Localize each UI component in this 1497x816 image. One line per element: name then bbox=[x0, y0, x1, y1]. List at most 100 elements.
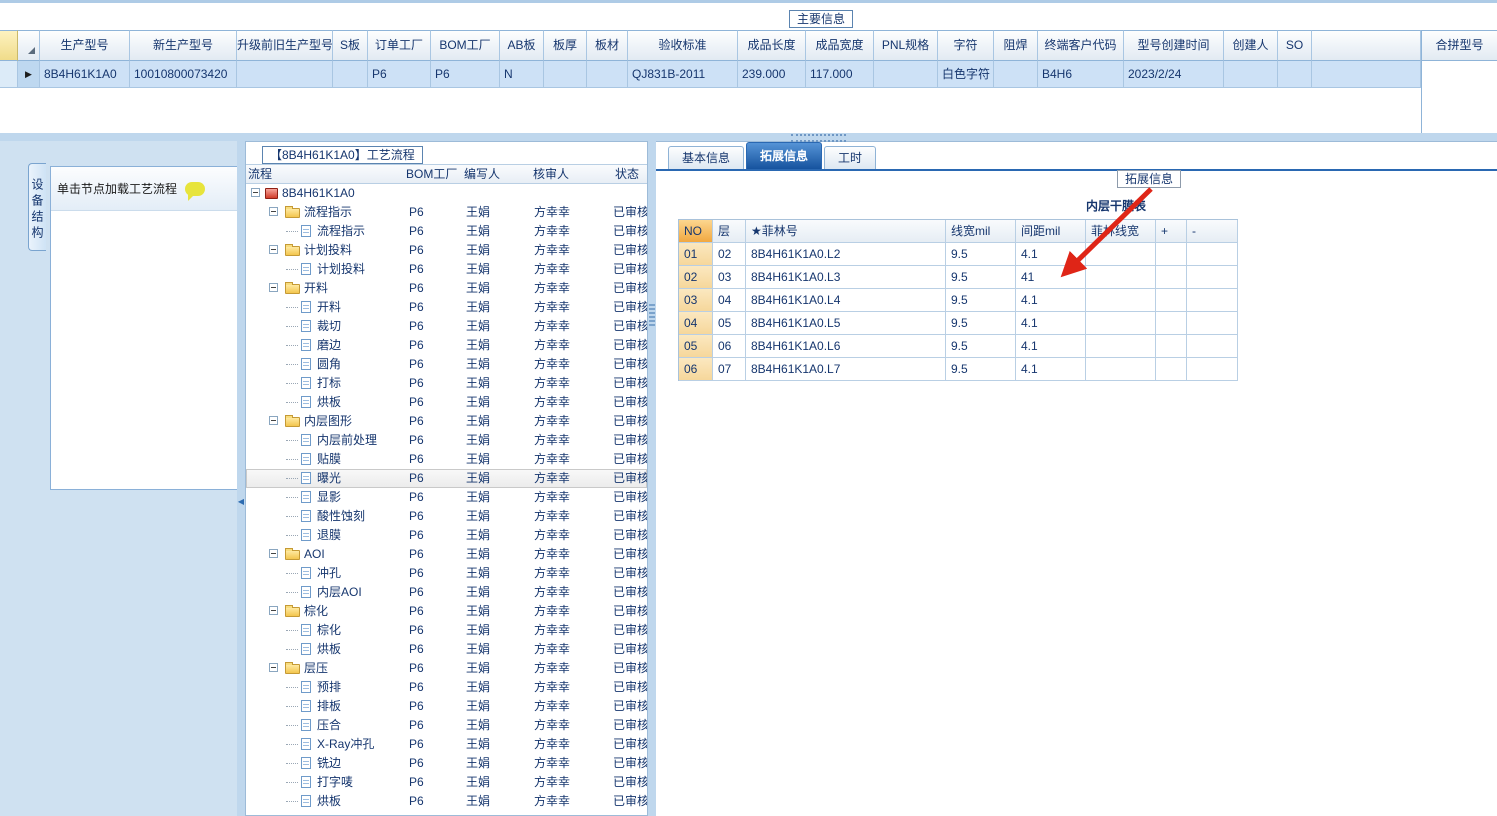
tree-row[interactable]: 烘板 P6 王娟 方幸幸 已审核 bbox=[246, 393, 647, 412]
tree-node-label[interactable]: 铣边 bbox=[317, 754, 341, 772]
grid-cell[interactable]: 8B4H61K1A0 bbox=[40, 61, 130, 88]
grid-cell[interactable]: 2023/2/24 bbox=[1124, 61, 1224, 88]
column-header[interactable]: PNL规格 bbox=[874, 30, 938, 61]
grid-cell[interactable]: 239.000 bbox=[738, 61, 806, 88]
tree-column-header-status[interactable]: 状态 bbox=[615, 165, 639, 184]
tree-node-label[interactable]: X-Ray冲孔 bbox=[317, 735, 374, 753]
film-table-cell[interactable] bbox=[1156, 335, 1187, 358]
grid-cell[interactable]: 10010800073420 bbox=[130, 61, 237, 88]
tree-row[interactable]: AOI P6 王娟 方幸幸 已审核 bbox=[246, 545, 647, 564]
tree-row[interactable]: 磨边 P6 王娟 方幸幸 已审核 bbox=[246, 336, 647, 355]
film-table-cell[interactable] bbox=[1086, 289, 1156, 312]
grid-cell[interactable]: N bbox=[500, 61, 544, 88]
column-header[interactable]: 型号创建时间 bbox=[1124, 30, 1224, 61]
film-table-cell[interactable]: 03 bbox=[713, 266, 746, 289]
splitter-collapse-icon[interactable]: ◀ bbox=[237, 498, 245, 506]
dock-drag-handle-icon[interactable] bbox=[791, 134, 846, 142]
tree-node-label[interactable]: 酸性蚀刻 bbox=[317, 507, 365, 525]
tree-column-header-flow[interactable]: 流程 bbox=[248, 165, 272, 184]
left-splitter[interactable]: ◀ bbox=[237, 141, 245, 816]
right-splitter[interactable] bbox=[648, 141, 656, 816]
column-header[interactable]: 字符 bbox=[938, 30, 994, 61]
film-table-cell[interactable]: 8B4H61K1A0.L2 bbox=[746, 243, 946, 266]
select-all-cell[interactable] bbox=[18, 30, 40, 61]
film-table-cell[interactable]: 4.1 bbox=[1016, 243, 1086, 266]
detail-tab-0[interactable]: 基本信息 bbox=[668, 146, 745, 169]
grid-cell[interactable] bbox=[544, 61, 587, 88]
tree-node-label[interactable]: 裁切 bbox=[317, 317, 341, 335]
tree-node-label[interactable]: 预排 bbox=[317, 678, 341, 696]
tree-row[interactable]: 曝光 P6 王娟 方幸幸 已审核 bbox=[246, 469, 647, 488]
tree-row[interactable]: 烘板 P6 王娟 方幸幸 已审核 bbox=[246, 792, 647, 811]
film-table-cell[interactable]: 01 bbox=[679, 243, 713, 266]
equipment-structure-tab[interactable]: 设备结构 bbox=[28, 163, 46, 251]
tree-row[interactable]: 打标 P6 王娟 方幸幸 已审核 bbox=[246, 374, 647, 393]
column-header[interactable]: 升级前旧生产型号 bbox=[237, 30, 333, 61]
film-column-header[interactable]: 间距mil bbox=[1016, 220, 1086, 243]
film-table-cell[interactable]: 8B4H61K1A0.L7 bbox=[746, 358, 946, 381]
film-table-cell[interactable] bbox=[1086, 243, 1156, 266]
tree-node-label[interactable]: 打字唛 bbox=[317, 773, 353, 791]
film-table-cell[interactable] bbox=[1187, 243, 1238, 266]
tree-node-label[interactable]: 打标 bbox=[317, 374, 341, 392]
tree-node-label[interactable]: 棕化 bbox=[317, 621, 341, 639]
tree-node-label[interactable]: 冲孔 bbox=[317, 564, 341, 582]
tree-column-header-reviewer[interactable]: 核审人 bbox=[533, 165, 569, 184]
tree-collapse-toggle[interactable] bbox=[269, 283, 278, 292]
tree-row[interactable]: 内层AOI P6 王娟 方幸幸 已审核 bbox=[246, 583, 647, 602]
tree-row[interactable]: 开料 P6 王娟 方幸幸 已审核 bbox=[246, 298, 647, 317]
tree-row[interactable]: 贴膜 P6 王娟 方幸幸 已审核 bbox=[246, 450, 647, 469]
film-table-cell[interactable] bbox=[1156, 289, 1187, 312]
detail-tab-1[interactable]: 拓展信息 bbox=[746, 142, 823, 169]
film-table-cell[interactable]: 03 bbox=[679, 289, 713, 312]
film-column-header[interactable]: ★菲林号 bbox=[746, 220, 946, 243]
tree-collapse-toggle[interactable] bbox=[269, 663, 278, 672]
tree-row[interactable]: 冲孔 P6 王娟 方幸幸 已审核 bbox=[246, 564, 647, 583]
tree-node-label[interactable]: 计划投料 bbox=[304, 241, 352, 259]
film-table-cell[interactable]: 8B4H61K1A0.L5 bbox=[746, 312, 946, 335]
tree-node-label[interactable]: 磨边 bbox=[317, 336, 341, 354]
film-table-cell[interactable]: 8B4H61K1A0.L6 bbox=[746, 335, 946, 358]
tree-column-header-factory[interactable]: BOM工厂 bbox=[406, 165, 457, 184]
main-grid-data-row[interactable]: ▶ 8B4H61K1A0 10010800073420 P6 P6 N QJ831B-201… bbox=[0, 61, 1421, 88]
tree-row[interactable]: 排板 P6 王娟 方幸幸 已审核 bbox=[246, 697, 647, 716]
grid-cell[interactable]: P6 bbox=[431, 61, 500, 88]
merge-model-column-header[interactable]: 合拼型号 bbox=[1422, 30, 1497, 61]
column-header[interactable]: 成品长度 bbox=[738, 30, 806, 61]
film-table-cell[interactable]: 02 bbox=[679, 266, 713, 289]
grid-cell[interactable]: 白色字符 bbox=[938, 61, 994, 88]
tree-node-label[interactable]: AOI bbox=[304, 545, 325, 563]
tree-row[interactable]: 计划投料 P6 王娟 方幸幸 已审核 bbox=[246, 241, 647, 260]
film-table-row[interactable]: 03 04 8B4H61K1A0.L4 9.5 4.1 bbox=[679, 289, 1238, 312]
grid-cell[interactable] bbox=[994, 61, 1038, 88]
film-table-cell[interactable]: 9.5 bbox=[946, 312, 1016, 335]
column-header[interactable]: 验收标准 bbox=[628, 30, 738, 61]
film-table-cell[interactable]: 04 bbox=[713, 289, 746, 312]
film-table-cell[interactable]: 05 bbox=[679, 335, 713, 358]
column-header[interactable]: 生产型号 bbox=[40, 30, 130, 61]
tree-collapse-toggle[interactable] bbox=[251, 188, 260, 197]
tree-node-label[interactable]: 烘板 bbox=[317, 792, 341, 810]
film-column-header[interactable]: 线宽mil bbox=[946, 220, 1016, 243]
tree-node-label[interactable]: 流程指示 bbox=[304, 203, 352, 221]
film-table-cell[interactable]: 05 bbox=[713, 312, 746, 335]
column-header[interactable]: 创建人 bbox=[1224, 30, 1278, 61]
grid-cell[interactable] bbox=[1224, 61, 1278, 88]
tree-row[interactable]: 退膜 P6 王娟 方幸幸 已审核 bbox=[246, 526, 647, 545]
film-table-cell[interactable] bbox=[1187, 289, 1238, 312]
grid-cell[interactable]: P6 bbox=[368, 61, 431, 88]
film-table-cell[interactable] bbox=[1086, 312, 1156, 335]
tree-node-label[interactable]: 棕化 bbox=[304, 602, 328, 620]
film-table-row[interactable]: 01 02 8B4H61K1A0.L2 9.5 4.1 bbox=[679, 243, 1238, 266]
grid-cell[interactable] bbox=[237, 61, 333, 88]
film-table-cell[interactable] bbox=[1187, 266, 1238, 289]
column-header[interactable]: 订单工厂 bbox=[368, 30, 431, 61]
film-column-header[interactable]: 菲林线宽 bbox=[1086, 220, 1156, 243]
tree-row[interactable]: 烘板 P6 王娟 方幸幸 已审核 bbox=[246, 640, 647, 659]
tree-row[interactable]: 显影 P6 王娟 方幸幸 已审核 bbox=[246, 488, 647, 507]
film-table-cell[interactable] bbox=[1156, 358, 1187, 381]
film-table-cell[interactable] bbox=[1156, 243, 1187, 266]
film-column-header[interactable]: NO bbox=[679, 220, 713, 243]
tree-row[interactable]: 圆角 P6 王娟 方幸幸 已审核 bbox=[246, 355, 647, 374]
film-table-cell[interactable]: 9.5 bbox=[946, 335, 1016, 358]
